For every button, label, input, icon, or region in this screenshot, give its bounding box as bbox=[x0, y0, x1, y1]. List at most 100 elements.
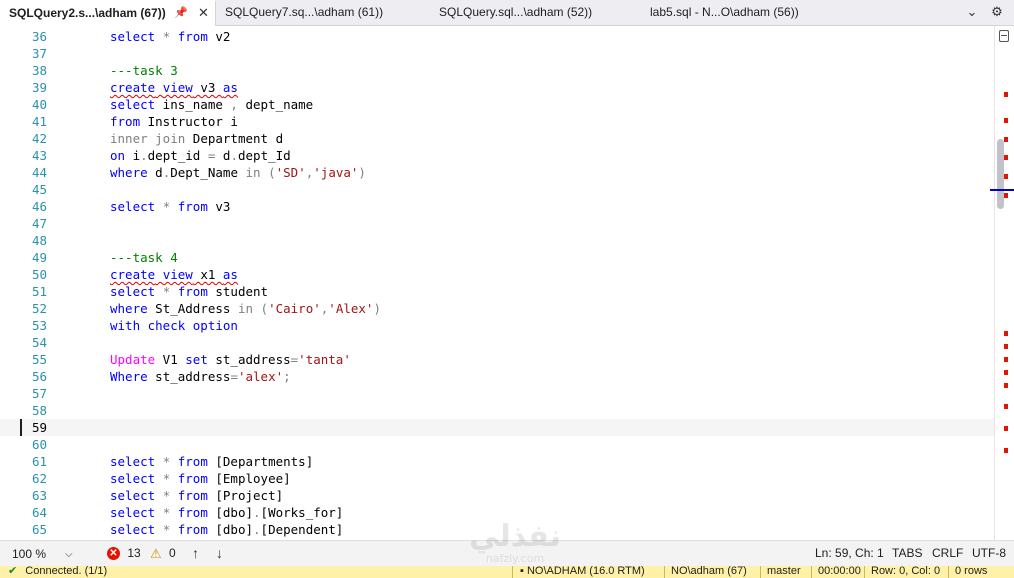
code-line[interactable]: 57 bbox=[0, 385, 994, 402]
line-number: 49 bbox=[31, 250, 47, 265]
error-marker[interactable] bbox=[1004, 370, 1008, 375]
split-editor-icon[interactable] bbox=[999, 30, 1009, 42]
row-col-readout: Row: 0, Col: 0 bbox=[871, 566, 941, 577]
code-line[interactable]: 60 bbox=[0, 436, 994, 453]
code-line[interactable]: 61 select * from [Departments] bbox=[0, 453, 994, 470]
code-line[interactable]: 50 create view x1 as bbox=[0, 266, 994, 283]
code-line[interactable]: 48 bbox=[0, 232, 994, 249]
line-number: 38 bbox=[31, 63, 47, 78]
line-ending[interactable]: CRLF bbox=[932, 541, 963, 566]
zoom-value: 100 % bbox=[12, 547, 47, 561]
code-line[interactable]: 49 ---task 4 bbox=[0, 249, 994, 266]
code-line[interactable]: 53 with check option bbox=[0, 317, 994, 334]
elapsed-time: 00:00:00 bbox=[818, 566, 861, 577]
file-encoding[interactable]: UTF-8 bbox=[972, 541, 1006, 566]
code-line[interactable]: 45 bbox=[0, 181, 994, 198]
code-line[interactable]: 56 Where st_address='alex'; bbox=[0, 368, 994, 385]
tab-sqlquery2[interactable]: SQLQuery2.s...\adham (67)) 📌 ✕ bbox=[0, 0, 216, 26]
indentation-mode[interactable]: TABS bbox=[892, 541, 922, 566]
error-marker[interactable] bbox=[1004, 92, 1008, 97]
line-number: 56 bbox=[31, 369, 47, 384]
line-number: 46 bbox=[31, 199, 47, 214]
error-marker[interactable] bbox=[1004, 357, 1008, 362]
code-line[interactable]: 37 bbox=[0, 45, 994, 62]
code-text: from Instructor i bbox=[110, 114, 238, 129]
code-line[interactable]: 52 where St_Address in ('Cairo','Alex') bbox=[0, 300, 994, 317]
tab-sqlquery[interactable]: SQLQuery.sql...\adham (52)) bbox=[439, 0, 592, 25]
line-number: 51 bbox=[31, 284, 47, 299]
line-number: 58 bbox=[31, 403, 47, 418]
error-marker[interactable] bbox=[1004, 426, 1008, 431]
error-marker[interactable] bbox=[1004, 137, 1008, 142]
tab-label: lab5.sql - N...O\adham (56)) bbox=[650, 5, 799, 19]
error-marker[interactable] bbox=[1004, 118, 1008, 123]
chevron-down-icon: ⌵ bbox=[65, 549, 73, 560]
tab-lab5[interactable]: lab5.sql - N...O\adham (56)) bbox=[650, 0, 799, 25]
server-icon: ▪ bbox=[520, 566, 524, 577]
error-count[interactable]: ✕ 13 bbox=[107, 541, 141, 566]
line-number: 40 bbox=[31, 97, 47, 112]
error-marker[interactable] bbox=[1004, 155, 1008, 160]
error-marker[interactable] bbox=[1004, 174, 1008, 179]
zoom-dropdown[interactable]: 100 % ⌵ bbox=[4, 541, 78, 568]
line-number: 39 bbox=[31, 80, 47, 95]
error-icon: ✕ bbox=[107, 547, 120, 561]
login-user: NO\adham (67) bbox=[671, 566, 747, 577]
code-line[interactable]: 55 Update V1 set st_address='tanta' bbox=[0, 351, 994, 368]
line-number: 61 bbox=[31, 454, 47, 469]
code-line[interactable]: 41 from Instructor i bbox=[0, 113, 994, 130]
code-text: select ins_name , dept_name bbox=[110, 97, 314, 112]
code-text: select * from v3 bbox=[110, 199, 231, 214]
scrollbar-thumb[interactable] bbox=[997, 139, 1004, 209]
cursor-position[interactable]: Ln: 59, Ch: 1 bbox=[815, 541, 884, 566]
code-editor[interactable]: 36 select * from v2 37 38 ---task 3 39 create … bbox=[0, 26, 994, 540]
line-number: 47 bbox=[31, 216, 47, 231]
code-line[interactable]: 43 on i.dept_id = d.dept_Id bbox=[0, 147, 994, 164]
database-name: master bbox=[767, 566, 801, 577]
code-line[interactable]: 59 bbox=[0, 419, 994, 436]
code-line[interactable]: 54 bbox=[0, 334, 994, 351]
code-text: select * from [Employee] bbox=[110, 471, 291, 486]
tab-label: SQLQuery2.s...\adham (67)) bbox=[9, 6, 166, 20]
code-line[interactable]: 44 where d.Dept_Name in ('SD','java') bbox=[0, 164, 994, 181]
code-line[interactable]: 42 inner join Department d bbox=[0, 130, 994, 147]
tab-sqlquery7[interactable]: SQLQuery7.sq...\adham (61)) bbox=[225, 0, 383, 25]
code-text: select * from [dbo].[Works_for] bbox=[110, 505, 344, 520]
vertical-scrollbar[interactable] bbox=[990, 26, 1014, 540]
error-marker[interactable] bbox=[1004, 193, 1008, 198]
line-number: 50 bbox=[31, 267, 47, 282]
code-text: select * from [Departments] bbox=[110, 454, 314, 469]
next-issue-arrow-icon[interactable]: ↓ bbox=[216, 541, 223, 566]
error-marker[interactable] bbox=[1004, 404, 1008, 409]
error-marker[interactable] bbox=[1004, 331, 1008, 336]
line-number: 37 bbox=[31, 46, 47, 61]
code-text: create view x1 as bbox=[110, 267, 238, 282]
code-line[interactable]: 62 select * from [Employee] bbox=[0, 470, 994, 487]
gear-icon[interactable]: ⚙ bbox=[988, 0, 1006, 25]
code-line[interactable]: 58 bbox=[0, 402, 994, 419]
code-line[interactable]: 39 create view v3 as bbox=[0, 79, 994, 96]
code-line[interactable]: 63 select * from [Project] bbox=[0, 487, 994, 504]
previous-issue-arrow-icon[interactable]: ↑ bbox=[192, 541, 199, 566]
error-marker[interactable] bbox=[1004, 448, 1008, 453]
code-line[interactable]: 47 bbox=[0, 215, 994, 232]
error-marker[interactable] bbox=[1004, 383, 1008, 388]
code-line[interactable]: 38 ---task 3 bbox=[0, 62, 994, 79]
code-line[interactable]: 40 select ins_name , dept_name bbox=[0, 96, 994, 113]
close-icon[interactable]: ✕ bbox=[198, 2, 209, 24]
code-text: ---task 3 bbox=[110, 63, 178, 78]
tab-overflow-chevron-icon[interactable]: ⌄ bbox=[963, 0, 981, 25]
code-text: inner join Department d bbox=[110, 131, 284, 146]
line-number: 45 bbox=[31, 182, 47, 197]
document-tab-strip: SQLQuery2.s...\adham (67)) 📌 ✕ SQLQuery7… bbox=[0, 0, 1014, 26]
error-marker[interactable] bbox=[1004, 344, 1008, 349]
pin-icon[interactable]: 📌 bbox=[174, 2, 188, 24]
code-line[interactable]: 46 select * from v3 bbox=[0, 198, 994, 215]
warning-count-value: 0 bbox=[169, 546, 176, 560]
line-number: 48 bbox=[31, 233, 47, 248]
warning-count[interactable]: ⚠ 0 bbox=[150, 541, 176, 566]
code-line[interactable]: 36 select * from v2 bbox=[0, 28, 994, 45]
code-line[interactable]: 51 select * from student bbox=[0, 283, 994, 300]
svg-text:nafzly.com: nafzly.com bbox=[486, 552, 544, 565]
line-number: 41 bbox=[31, 114, 47, 129]
